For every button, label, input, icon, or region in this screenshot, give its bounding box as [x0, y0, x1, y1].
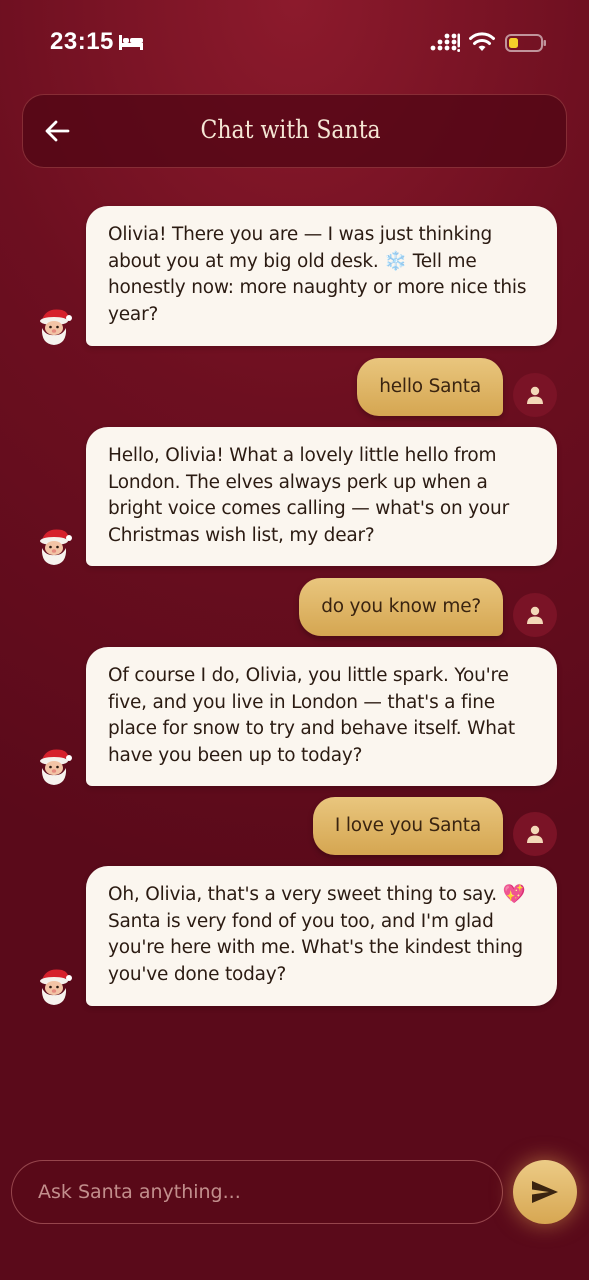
santa-avatar-icon	[40, 529, 72, 565]
santa-avatar-icon	[40, 749, 72, 785]
battery-low-icon	[505, 34, 546, 52]
user-icon	[527, 606, 543, 624]
santa-avatar-icon	[40, 309, 72, 345]
user-icon	[527, 386, 543, 404]
user-icon	[527, 825, 543, 843]
user-message: hello Santa	[357, 358, 503, 416]
santa-message: Of course I do, Olivia, you little spark…	[86, 647, 557, 786]
user-avatar	[513, 812, 557, 856]
bed-icon	[119, 35, 143, 50]
chat-header: Chat with Santa	[22, 94, 567, 168]
wifi-icon	[469, 32, 495, 51]
send-button[interactable]	[513, 1160, 577, 1224]
santa-message: Oh, Olivia, that's a very sweet thing to…	[86, 866, 557, 1006]
user-avatar	[513, 593, 557, 637]
status-time: 23:15	[50, 28, 114, 55]
user-avatar	[513, 373, 557, 417]
user-message: I love you Santa	[312, 797, 503, 855]
santa-message: Hello, Olivia! What a lovely little hell…	[86, 427, 557, 566]
chat-input-bar	[11, 1160, 503, 1224]
user-message: do you know me?	[299, 578, 503, 636]
santa-avatar-icon	[40, 969, 72, 1005]
signal-icon	[430, 33, 460, 52]
santa-message: Olivia! There you are — I was just think…	[86, 206, 557, 346]
page-title: Chat with Santa	[200, 115, 381, 144]
send-icon	[532, 1181, 558, 1203]
chat-input[interactable]	[38, 1161, 478, 1223]
status-bar: 23:15	[0, 0, 589, 86]
